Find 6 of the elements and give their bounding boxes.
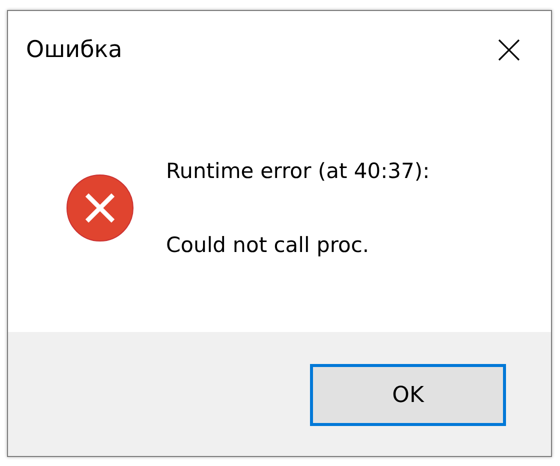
ok-button[interactable]: OK — [310, 364, 506, 426]
close-icon — [497, 38, 521, 62]
error-icon — [66, 174, 134, 242]
window-title: Ошибка — [26, 37, 122, 63]
error-message: Runtime error (at 40:37): — [166, 158, 430, 182]
error-message: Could not call proc. — [166, 232, 370, 256]
